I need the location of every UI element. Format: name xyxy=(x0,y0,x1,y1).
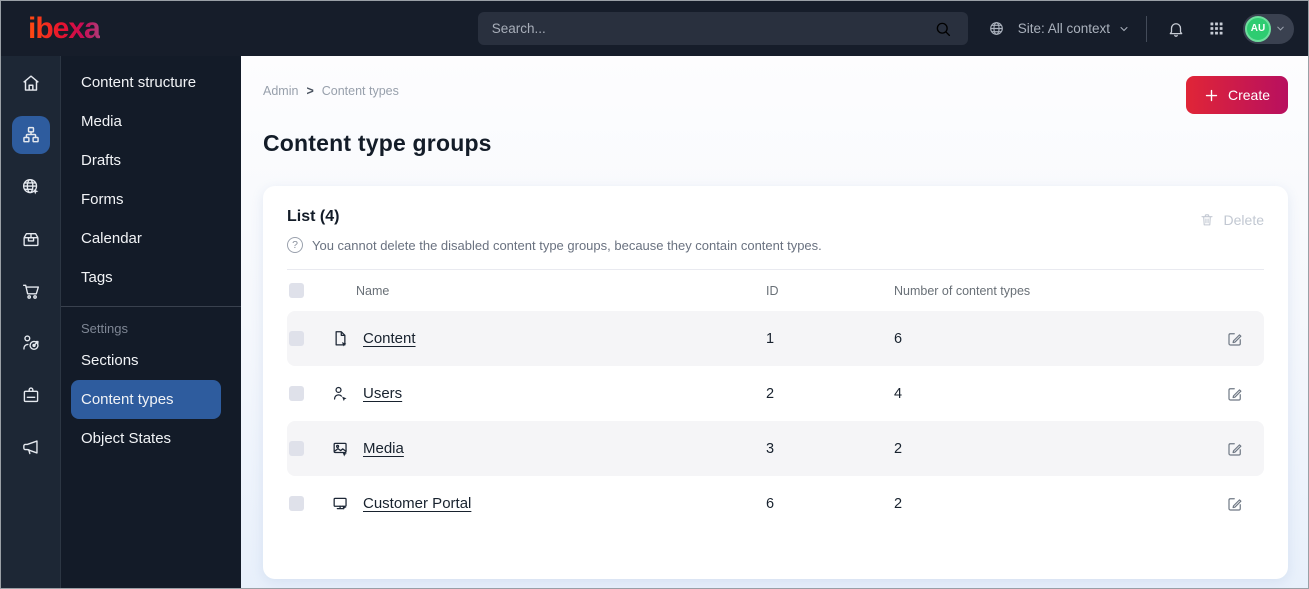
row-checkbox[interactable] xyxy=(289,331,304,346)
sidebar-item-calendar[interactable]: Calendar xyxy=(61,219,241,258)
group-content-types-count: 2 xyxy=(894,495,903,512)
breadcrumb-content-types: Content types xyxy=(321,84,399,98)
table-row: Customer Portal 6 2 xyxy=(287,476,1264,531)
commerce-cart-icon[interactable] xyxy=(12,272,50,310)
create-button-label: Create xyxy=(1227,87,1270,103)
settings-section-label: Settings xyxy=(81,320,128,336)
sidebar-item-label: Content structure xyxy=(81,74,197,91)
sidebar-item-label: Sections xyxy=(81,352,139,369)
admin-badge-icon[interactable] xyxy=(12,376,50,414)
group-id: 6 xyxy=(766,495,775,512)
plus-icon xyxy=(1204,88,1219,103)
edit-icon[interactable] xyxy=(1220,379,1250,409)
ibexa-logo[interactable]: ibexa xyxy=(28,12,101,45)
edit-icon[interactable] xyxy=(1220,324,1250,354)
topbar-right-cluster: Site: All context AU xyxy=(984,13,1308,44)
site-icon[interactable] xyxy=(12,168,50,206)
avatar: AU xyxy=(1245,15,1271,42)
row-checkbox[interactable] xyxy=(289,386,304,401)
app-window: ibexa Site: All context xyxy=(0,0,1309,589)
group-content-types-count: 2 xyxy=(894,440,903,457)
menu-divider xyxy=(61,306,241,307)
table-header-row: Name ID Number of content types xyxy=(287,269,1264,311)
trash-icon xyxy=(1199,212,1215,228)
group-link-content[interactable]: Content xyxy=(363,330,416,347)
create-button[interactable]: Create xyxy=(1185,76,1288,114)
sidebar-item-drafts[interactable]: Drafts xyxy=(61,141,241,180)
page-title: Content type groups xyxy=(263,130,492,156)
products-icon[interactable] xyxy=(12,220,50,258)
logo-box[interactable]: ibexa xyxy=(1,12,241,45)
site-context-label: Site: All context xyxy=(1017,21,1110,36)
select-all-checkbox[interactable] xyxy=(289,283,304,298)
topbar-divider xyxy=(1146,15,1147,42)
content-type-groups-table: Name ID Number of content types Content xyxy=(287,269,1264,531)
delete-button[interactable]: Delete xyxy=(1199,212,1264,228)
table-row: Users 2 4 xyxy=(287,366,1264,421)
group-link-customer-portal[interactable]: Customer Portal xyxy=(363,495,471,512)
group-content-types-count: 4 xyxy=(894,385,903,402)
sidebar-item-label: Content types xyxy=(81,391,174,408)
group-link-media[interactable]: Media xyxy=(363,440,404,457)
list-count-title: List (4) xyxy=(287,208,340,225)
content-type-groups-panel: List (4) You cannot delete the disabled … xyxy=(263,186,1288,579)
sidebar-item-sections[interactable]: Sections xyxy=(61,341,241,380)
help-icon xyxy=(287,237,303,253)
home-icon[interactable] xyxy=(12,64,50,102)
column-header-count: Number of content types xyxy=(894,283,1031,298)
app-grid-icon[interactable] xyxy=(1203,16,1229,42)
edit-icon[interactable] xyxy=(1220,434,1250,464)
breadcrumb-separator: > xyxy=(306,84,314,98)
file-icon xyxy=(331,329,350,348)
content-tree-icon[interactable] xyxy=(11,116,50,154)
monitor-icon xyxy=(331,494,350,513)
breadcrumb: Admin > Content types xyxy=(263,84,399,98)
image-icon xyxy=(331,439,350,458)
edit-icon[interactable] xyxy=(1220,489,1250,519)
topbar: ibexa Site: All context xyxy=(1,1,1308,56)
sidebar-menu: Content structure Media Drafts Forms Cal… xyxy=(61,56,241,588)
sidebar-item-label: Media xyxy=(81,113,122,130)
column-header-name: Name xyxy=(356,283,390,298)
sidebar-item-label: Tags xyxy=(81,269,113,286)
sidebar-icon-rail xyxy=(1,56,61,588)
sidebar-item-label: Forms xyxy=(81,191,124,208)
delete-button-label: Delete xyxy=(1223,212,1264,228)
group-id: 1 xyxy=(766,330,775,347)
list-info-text: You cannot delete the disabled content t… xyxy=(312,237,822,253)
row-checkbox[interactable] xyxy=(289,496,304,511)
sidebar-item-content-types-active[interactable]: Content types xyxy=(71,380,221,419)
sidebar-item-tags[interactable]: Tags xyxy=(61,258,241,297)
group-id: 2 xyxy=(766,385,775,402)
breadcrumb-admin[interactable]: Admin xyxy=(263,84,298,98)
personalization-icon[interactable] xyxy=(12,324,50,362)
sidebar-item-content-structure[interactable]: Content structure xyxy=(61,63,241,102)
sidebar-item-label: Drafts xyxy=(81,152,122,169)
main-content: Admin > Content types Create Content typ… xyxy=(241,56,1308,588)
table-row: Content 1 6 xyxy=(287,311,1264,366)
column-header-id: ID xyxy=(766,283,779,298)
chevron-down-icon xyxy=(1275,23,1286,34)
sidebar-item-media[interactable]: Media xyxy=(61,102,241,141)
row-checkbox[interactable] xyxy=(289,441,304,456)
marketing-megaphone-icon[interactable] xyxy=(12,428,50,466)
chevron-down-icon xyxy=(1118,23,1130,35)
sidebar-item-label: Object States xyxy=(81,430,172,447)
table-row: Media 3 2 xyxy=(287,421,1264,476)
sidebar-item-forms[interactable]: Forms xyxy=(61,180,241,219)
group-id: 3 xyxy=(766,440,775,457)
site-context-selector[interactable]: Site: All context xyxy=(984,16,1130,42)
sidebar-item-object-states[interactable]: Object States xyxy=(61,419,241,458)
user-menu[interactable]: AU xyxy=(1243,13,1294,44)
group-link-users[interactable]: Users xyxy=(363,385,402,402)
global-search[interactable] xyxy=(477,12,968,45)
search-icon[interactable] xyxy=(930,16,956,42)
globe-icon xyxy=(984,16,1010,42)
group-content-types-count: 6 xyxy=(894,330,903,347)
bell-icon[interactable] xyxy=(1163,16,1189,42)
search-input[interactable] xyxy=(491,21,930,36)
user-icon xyxy=(331,384,350,403)
sidebar-item-label: Calendar xyxy=(81,230,142,247)
